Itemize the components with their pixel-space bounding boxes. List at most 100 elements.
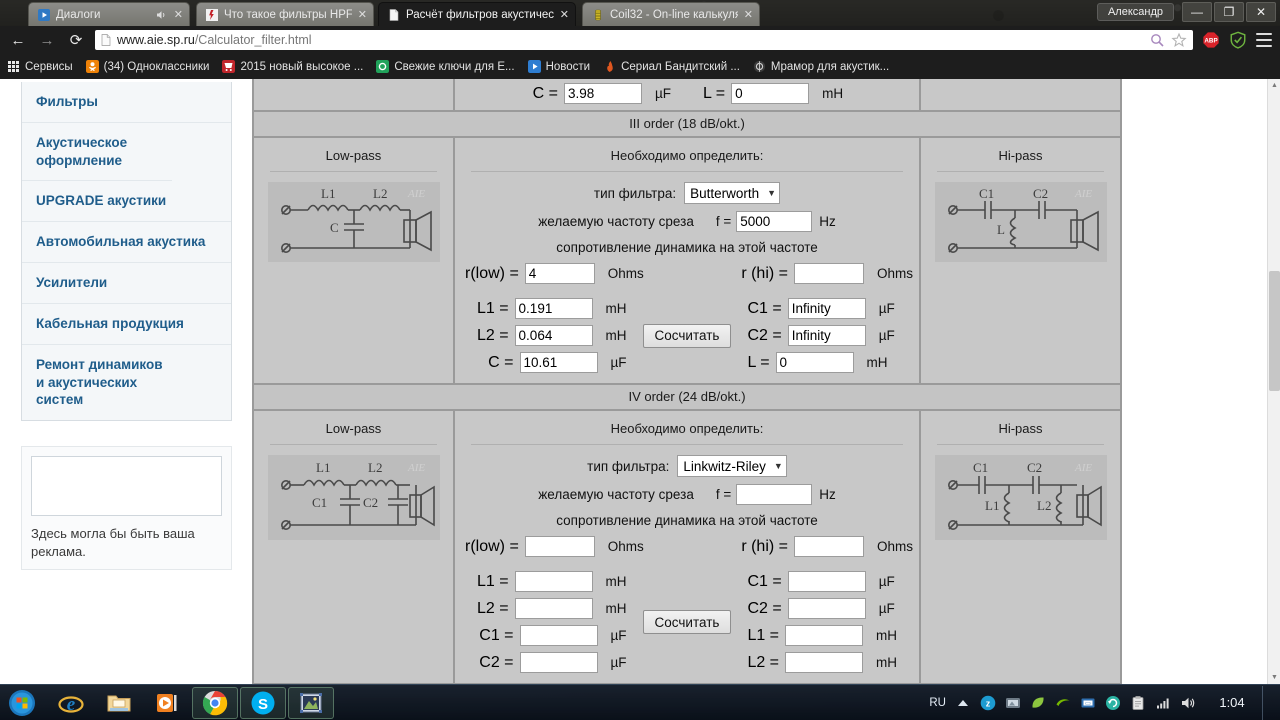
- forward-icon[interactable]: →: [37, 30, 57, 50]
- hamburger-icon[interactable]: [1256, 33, 1272, 47]
- bookmark-2015-novyj[interactable]: 2015 новый высокое ...: [222, 60, 363, 73]
- sidebar-item-akusticheskoe-oformlenie[interactable]: Акустическое оформление: [22, 123, 172, 182]
- order4-frequency-label: желаемую частоту среза: [538, 487, 694, 502]
- order4-l2-input[interactable]: [514, 598, 593, 619]
- order3-filter-type-select[interactable]: Butterworth ▼: [684, 182, 781, 204]
- order4-l1-input[interactable]: [514, 571, 593, 592]
- order3-calculate-button[interactable]: Сосчитать: [642, 323, 732, 348]
- minimize-button[interactable]: —: [1182, 2, 1212, 22]
- taskbar-photo-viewer[interactable]: [288, 686, 334, 719]
- mute-icon[interactable]: [156, 9, 168, 21]
- tab-coil32[interactable]: Coil32 - On-line калькулятор ✕: [582, 2, 760, 26]
- tray-language[interactable]: RU: [929, 697, 946, 709]
- volume-icon[interactable]: [1180, 695, 1196, 711]
- order4-rlow-input[interactable]: [524, 536, 595, 557]
- sidebar-item-remont-dinamikov[interactable]: Ремонт динамиков и акустических систем: [22, 345, 182, 420]
- address-bar[interactable]: www.aie.sp.ru/Calculator_filter.html: [95, 30, 1193, 50]
- bookmark-servisy[interactable]: Сервисы: [7, 60, 73, 73]
- order4-c1b-input[interactable]: [519, 625, 598, 646]
- divider: [937, 444, 1104, 445]
- order3-l1-input[interactable]: 0.191: [514, 298, 593, 319]
- order3-calc-button-cell: Сосчитать: [627, 323, 748, 348]
- taskbar-media-player[interactable]: [144, 687, 190, 719]
- browser-window: Диалоги ✕ Что такое фильтры HPF, LPF ✕: [0, 0, 1280, 684]
- page-scrollbar[interactable]: ▲ ▼: [1267, 79, 1280, 684]
- tab-close-button[interactable]: ✕: [174, 8, 183, 21]
- order3-c-input[interactable]: 10.61: [519, 352, 598, 373]
- restore-button[interactable]: ❐: [1214, 2, 1244, 22]
- order3-rlow-input[interactable]: 4: [524, 263, 595, 284]
- show-desktop-button[interactable]: [1262, 685, 1272, 720]
- nvidia-icon[interactable]: [1055, 695, 1071, 711]
- tab-close-button[interactable]: ✕: [358, 8, 367, 21]
- zoom-icon[interactable]: [1149, 32, 1165, 48]
- order4-lowpass-column: Low-pass L1 L2 C1 C2 AIE: [254, 411, 453, 683]
- sidebar-item-kabelnaya-produkciya[interactable]: Кабельная продукция: [22, 304, 231, 345]
- order4-c1-input[interactable]: [787, 571, 866, 592]
- taskbar-internet-explorer[interactable]: e: [48, 687, 94, 719]
- partial-c-input[interactable]: 3.98: [563, 83, 642, 104]
- update-icon[interactable]: [1105, 695, 1121, 711]
- ad-placeholder[interactable]: [31, 456, 222, 517]
- sidebar-item-usiliteli[interactable]: Усилители: [22, 263, 231, 304]
- bookmark-label: Мрамор для акустик...: [770, 60, 890, 73]
- back-icon[interactable]: ←: [8, 30, 28, 50]
- chevron-up-icon[interactable]: [955, 695, 971, 711]
- tab-chto-takoe-filtry[interactable]: Что такое фильтры HPF, LPF ✕: [196, 2, 374, 26]
- order3-c1-input[interactable]: Infinity: [787, 298, 866, 319]
- order4-c2b-input[interactable]: [519, 652, 598, 673]
- order4-filter-type-select[interactable]: Linkwitz-Riley ▼: [677, 455, 787, 477]
- tab-close-button[interactable]: ✕: [744, 8, 753, 21]
- bookmark-svezhie-kljuchi[interactable]: Свежие ключи для Е...: [376, 60, 515, 73]
- order3-frequency-input[interactable]: 5000: [736, 211, 813, 232]
- clipboard-icon[interactable]: [1130, 695, 1146, 711]
- tab-close-button[interactable]: ✕: [560, 8, 569, 21]
- scrollbar-thumb[interactable]: [1269, 271, 1280, 391]
- window-user-label[interactable]: Александр: [1096, 3, 1174, 21]
- reload-icon[interactable]: ⟳: [66, 30, 86, 50]
- taskbar-file-explorer[interactable]: [96, 687, 142, 719]
- start-button[interactable]: [0, 686, 44, 720]
- order3-l-input[interactable]: 0: [775, 352, 854, 373]
- order4-result-c1b: C1 = µF: [455, 625, 627, 646]
- page-viewport: Фильтры Акустическое оформление UPGRADE …: [0, 79, 1280, 684]
- star-icon[interactable]: [1171, 32, 1187, 48]
- taskbar-clock[interactable]: 1:04: [1211, 695, 1253, 710]
- order3-l2-input[interactable]: 0.064: [514, 325, 593, 346]
- order4-frequency-input[interactable]: [736, 484, 813, 505]
- order3-rhi-input[interactable]: [793, 263, 864, 284]
- bookmark-mramor[interactable]: Мрамор для акустик...: [753, 60, 889, 73]
- order4-l2b-input[interactable]: [785, 652, 864, 673]
- zona-icon[interactable]: z: [980, 695, 996, 711]
- sidebar-item-avtomobilnaya-akustika[interactable]: Автомобильная акустика: [22, 222, 231, 264]
- bookmark-label: Новости: [545, 60, 591, 73]
- leaf-icon[interactable]: [1030, 695, 1046, 711]
- taskbar-google-chrome[interactable]: [192, 686, 238, 719]
- bookmark-novosti[interactable]: Новости: [527, 60, 591, 73]
- order4-c2-input[interactable]: [787, 598, 866, 619]
- tab-dialogi[interactable]: Диалоги ✕: [28, 2, 190, 26]
- order4-c1-label: C1 =: [747, 572, 782, 590]
- order4-rhi-input[interactable]: [793, 536, 864, 557]
- order3-hipass-schematic-wrap: C1 C2 L AIE: [921, 182, 1120, 262]
- scroll-up-arrow[interactable]: ▲: [1268, 79, 1280, 92]
- tab-raschet-filtrov[interactable]: Расчёт фильтров акустичес ✕: [378, 2, 576, 26]
- order4-calculate-button[interactable]: Сосчитать: [642, 610, 732, 634]
- order4-l1b-input[interactable]: [785, 625, 864, 646]
- close-button[interactable]: ✕: [1246, 2, 1276, 22]
- order3-c2-input[interactable]: Infinity: [787, 325, 866, 346]
- order4-l2-unit: mH: [605, 601, 627, 616]
- network-icon[interactable]: [1155, 695, 1171, 711]
- taskbar-skype[interactable]: S: [240, 686, 286, 719]
- scroll-down-arrow[interactable]: ▼: [1268, 671, 1280, 684]
- screenshot-icon[interactable]: [1005, 695, 1021, 711]
- bookmark-serial-banditskij[interactable]: Сериал Бандитский ...: [603, 60, 740, 73]
- adblock-icon[interactable]: ABP: [1202, 31, 1220, 49]
- card-icon[interactable]: ▭: [1080, 695, 1096, 711]
- sidebar-item-upgrade-akustiki[interactable]: UPGRADE акустики: [22, 181, 231, 223]
- shield-icon[interactable]: [1229, 31, 1247, 49]
- svg-text:L2: L2: [373, 186, 387, 201]
- partial-l-input[interactable]: 0: [731, 83, 810, 104]
- bookmark-odnoklassniki[interactable]: (34) Одноклассники: [85, 60, 209, 73]
- sidebar-item-filtry[interactable]: Фильтры: [22, 82, 231, 123]
